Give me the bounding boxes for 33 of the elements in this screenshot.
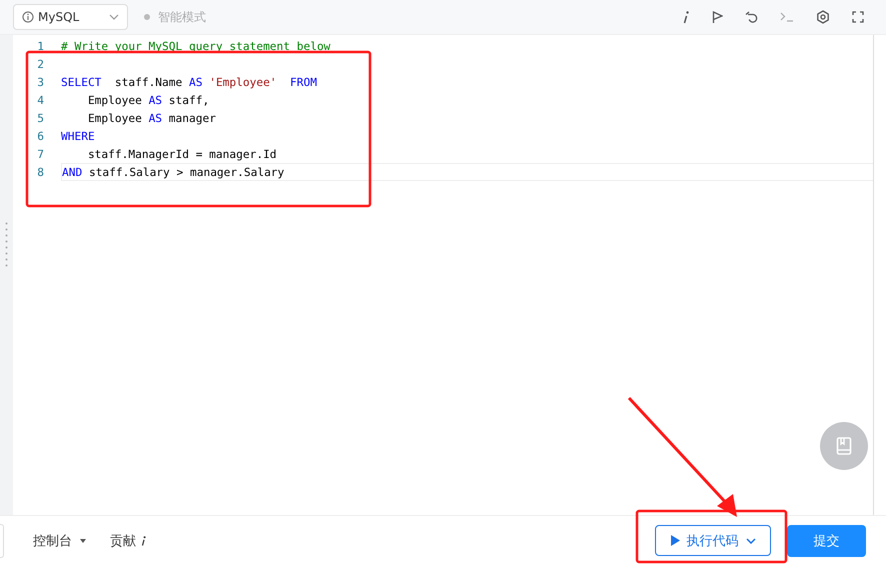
info-icon [22, 11, 34, 23]
console-toggle[interactable]: 控制台 [33, 532, 86, 550]
chevron-down-icon [109, 14, 119, 20]
line-number: 7 [36, 148, 45, 160]
line-number: 5 [36, 112, 45, 124]
info-icon[interactable] [682, 10, 690, 24]
code-line: SELECT staff.Name AS 'Employee' FROM [61, 76, 317, 88]
line-number: 8 [36, 166, 45, 178]
settings-icon[interactable] [816, 10, 830, 24]
dot-icon [144, 14, 150, 20]
play-icon [670, 535, 680, 546]
drag-handle-icon[interactable] [5, 222, 8, 268]
chevron-down-icon [746, 538, 756, 544]
line-number: 3 [36, 76, 45, 88]
line-number: 4 [36, 94, 45, 106]
code-line: staff.ManagerId = manager.Id [86, 148, 277, 160]
undo-icon[interactable] [745, 11, 758, 23]
code-line: # Write your MySQL query statement below [61, 40, 330, 52]
line-number: 6 [36, 130, 45, 142]
book-icon [836, 437, 852, 455]
code-line: Employee AS staff, [86, 94, 210, 106]
run-code-button[interactable]: 执行代码 [655, 525, 771, 556]
code-line: AND staff.Salary > manager.Salary [62, 166, 284, 178]
line-number: 1 [36, 40, 45, 52]
caret-icon [80, 538, 86, 542]
contribute-link[interactable]: 贡献 [110, 532, 136, 550]
language-select[interactable]: MySQL [13, 4, 128, 30]
info-icon [141, 536, 146, 546]
code-line: WHERE [61, 130, 95, 142]
flag-icon[interactable] [712, 10, 723, 24]
line-number: 2 [36, 58, 45, 70]
code-line: Employee AS manager [86, 112, 216, 124]
fullscreen-icon[interactable] [852, 11, 864, 23]
